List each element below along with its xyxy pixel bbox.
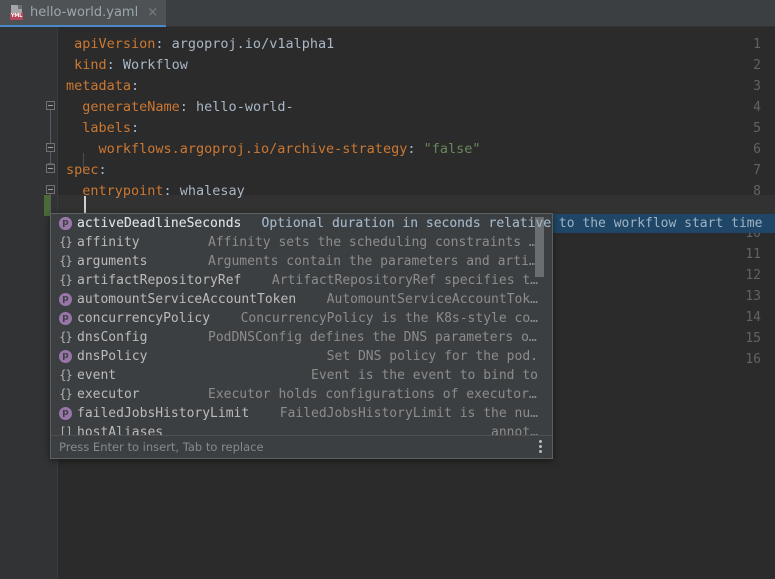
- yaml-file-icon: YML: [10, 5, 24, 20]
- completion-item-name: concurrencyPolicy: [77, 311, 211, 326]
- code-token: whalesay: [171, 183, 245, 199]
- tab-title: hello-world.yaml: [30, 5, 139, 20]
- code-line: spec:: [66, 160, 107, 181]
- completion-item[interactable]: p concurrencyPolicy ConcurrencyPolicy is t…: [51, 309, 552, 328]
- close-icon[interactable]: ×: [147, 6, 158, 19]
- code-token: "false": [415, 141, 481, 157]
- code-token: labels: [82, 120, 132, 136]
- completion-item-selected-overlay[interactable]: p activeDeadlineSeconds Optional duration …: [51, 214, 775, 233]
- completion-item-name: automountServiceAccountToken: [77, 292, 297, 307]
- completion-item-description: ArtifactRepositoryRef specifies t…: [271, 273, 538, 288]
- code-line: entrypoint: whalesay: [82, 181, 245, 202]
- fold-marker-metadata[interactable]: [46, 101, 55, 110]
- completion-hint-text: Press Enter to insert, Tab to replace: [59, 440, 264, 454]
- code-token: Workflow: [114, 57, 188, 73]
- completion-item-description: Affinity sets the scheduling constraints…: [208, 235, 538, 250]
- completion-item-name: arguments: [77, 254, 148, 269]
- code-line: labels:: [82, 118, 139, 139]
- completion-item-name: dnsPolicy: [77, 349, 148, 364]
- code-line: workflows.argoproj.io/archive-strategy: …: [98, 139, 480, 160]
- completion-item-name: dnsConfig: [77, 330, 148, 345]
- completion-item[interactable]: {} artifactRepositoryRef ArtifactRepositor…: [51, 271, 552, 290]
- tab-hello-world-yaml[interactable]: YML hello-world.yaml ×: [0, 0, 167, 27]
- property-icon: p: [59, 217, 72, 230]
- completion-scrollbar[interactable]: [535, 215, 548, 436]
- object-icon: {}: [59, 235, 72, 249]
- object-icon: {}: [59, 330, 72, 344]
- code-line: kind: Workflow: [74, 55, 188, 76]
- completion-item-description: Executor holds configurations of executo…: [208, 387, 538, 402]
- completion-item-description: AutomountServiceAccountTok…: [326, 292, 538, 307]
- completion-item[interactable]: {} arguments Arguments contain the paramet…: [51, 252, 552, 271]
- code-token: :: [179, 99, 188, 115]
- completion-item[interactable]: p dnsPolicy Set DNS policy for the pod.: [51, 347, 552, 366]
- property-icon: p: [59, 350, 72, 363]
- code-token: :: [155, 36, 164, 52]
- completion-item[interactable]: p failedJobsHistoryLimit FailedJobsHistory…: [51, 404, 552, 423]
- code-token: :: [163, 183, 172, 199]
- object-icon: {}: [59, 254, 72, 268]
- code-token: workflows.argoproj.io/archive-strategy: [98, 141, 408, 157]
- property-icon: p: [59, 407, 72, 420]
- completion-list[interactable]: pactiveDeadlineSecondsOptional duration …: [51, 214, 552, 436]
- code-token: argoproj.io/v1alpha1: [163, 36, 335, 52]
- object-icon: {}: [59, 368, 72, 382]
- completion-item-description: Set DNS policy for the pod.: [326, 349, 538, 364]
- completion-item-name: event: [77, 368, 117, 383]
- completion-item[interactable]: {} affinity Affinity sets the scheduling c…: [51, 233, 552, 252]
- yaml-badge-label: YML: [10, 13, 23, 20]
- completion-item[interactable]: p automountServiceAccountToken AutomountSe…: [51, 290, 552, 309]
- code-token: :: [131, 78, 140, 94]
- completion-item[interactable]: {} executor Executor holds configurations …: [51, 385, 552, 404]
- code-line: apiVersion: argoproj.io/v1alpha1: [74, 34, 334, 55]
- code-token: entrypoint: [82, 183, 164, 199]
- completion-item-description: Optional duration in seconds relative to…: [261, 216, 763, 231]
- code-token: :: [131, 120, 140, 136]
- property-icon: p: [59, 312, 72, 325]
- completion-item-description: FailedJobsHistoryLimit is the nu…: [279, 406, 538, 421]
- editor-tab-bar: YML hello-world.yaml ×: [0, 0, 775, 27]
- code-token: apiVersion: [74, 36, 156, 52]
- more-options-icon[interactable]: [539, 440, 543, 455]
- code-completion-popup[interactable]: pactiveDeadlineSecondsOptional duration …: [50, 213, 553, 459]
- code-token: :: [106, 57, 115, 73]
- code-token: spec: [66, 162, 99, 178]
- fold-marker-labels[interactable]: [46, 143, 55, 152]
- completion-item-name: affinity: [77, 235, 140, 250]
- code-token: kind: [74, 57, 107, 73]
- completion-item-description: ConcurrencyPolicy is the K8s-style co…: [240, 311, 538, 326]
- object-icon: {}: [59, 387, 72, 401]
- fold-marker-label-entry[interactable]: [46, 164, 55, 173]
- fold-region-line-metadata: [50, 110, 51, 163]
- code-token: generateName: [82, 99, 180, 115]
- ide-window: YML hello-world.yaml × 12345678910111213…: [0, 0, 775, 579]
- object-icon: {}: [59, 273, 72, 287]
- completion-item-description: Event is the event to bind to: [311, 368, 538, 383]
- completion-item[interactable]: {} dnsConfig PodDNSConfig defines the DNS …: [51, 328, 552, 347]
- completion-item-description: Arguments contain the parameters and art…: [208, 254, 538, 269]
- code-line: generateName: hello-world-: [82, 97, 293, 118]
- completion-item-name: activeDeadlineSeconds: [77, 216, 242, 231]
- completion-item-name: artifactRepositoryRef: [77, 273, 242, 288]
- fold-marker-spec[interactable]: [46, 185, 55, 194]
- completion-item-name: executor: [77, 387, 140, 402]
- completion-item[interactable]: {} event Event is the event to bind to: [51, 366, 552, 385]
- code-token: metadata: [66, 78, 132, 94]
- completion-footer: Press Enter to insert, Tab to replace: [51, 435, 552, 458]
- code-token: :: [98, 162, 107, 178]
- completion-item-name: failedJobsHistoryLimit: [77, 406, 250, 421]
- code-line: metadata:: [66, 76, 139, 97]
- code-token: hello-world-: [187, 99, 294, 115]
- completion-item-description: PodDNSConfig defines the DNS parameters …: [208, 330, 538, 345]
- property-icon: p: [59, 293, 72, 306]
